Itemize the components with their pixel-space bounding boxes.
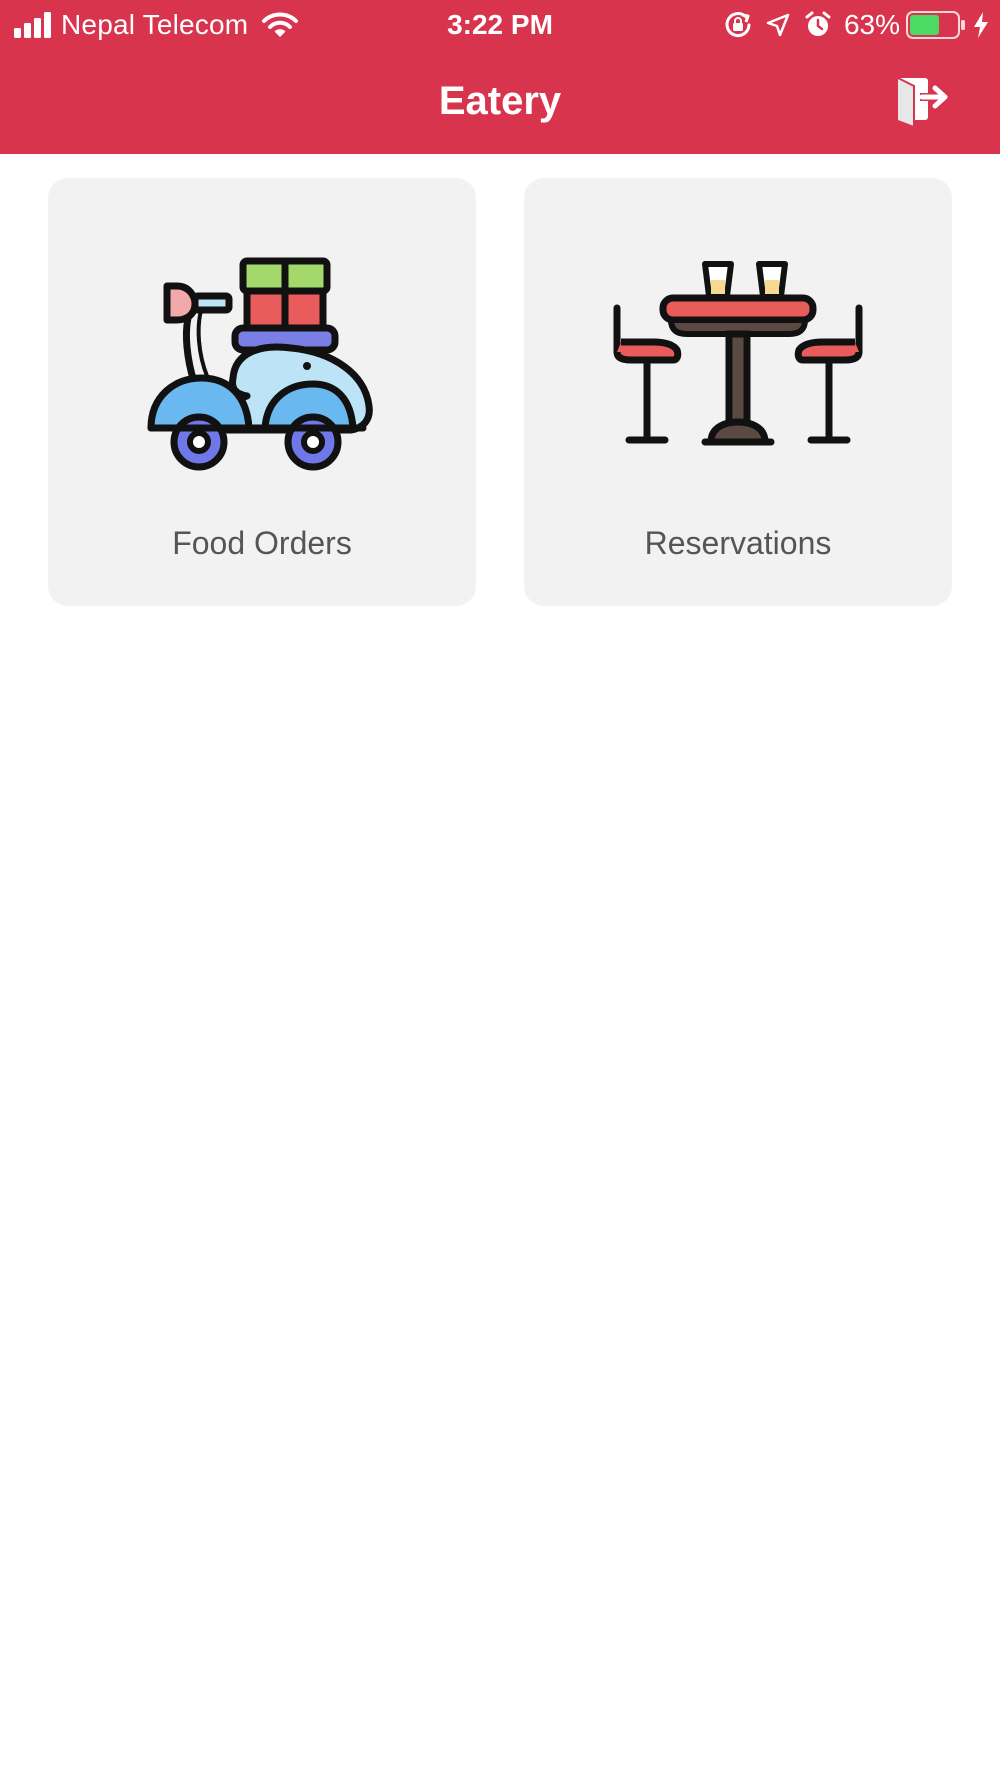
alarm-icon	[805, 11, 831, 36]
status-bar-right: 63%	[724, 9, 990, 41]
dining-table-icon	[613, 261, 863, 446]
page-title: Eatery	[438, 79, 562, 123]
status-bar: Nepal Telecom 3:22 PM 63%	[0, 0, 1000, 50]
food-orders-label: Food Orders	[172, 525, 352, 561]
rotation-lock-icon	[725, 12, 751, 38]
location-icon	[766, 13, 790, 37]
reservations-label: Reservations	[644, 525, 832, 561]
battery-percent: 63%	[843, 9, 900, 40]
scooter-icon	[147, 257, 373, 471]
charging-icon	[974, 12, 988, 38]
reservations-card[interactable]: Reservations	[524, 178, 952, 606]
navigation-bar: Eatery	[0, 50, 1000, 154]
logout-icon	[897, 77, 948, 126]
food-orders-card[interactable]: Food Orders	[48, 178, 476, 606]
app-header: Nepal Telecom 3:22 PM 63% Eatery	[0, 0, 1000, 154]
logout-button[interactable]	[896, 74, 952, 126]
battery-icon	[906, 11, 965, 39]
